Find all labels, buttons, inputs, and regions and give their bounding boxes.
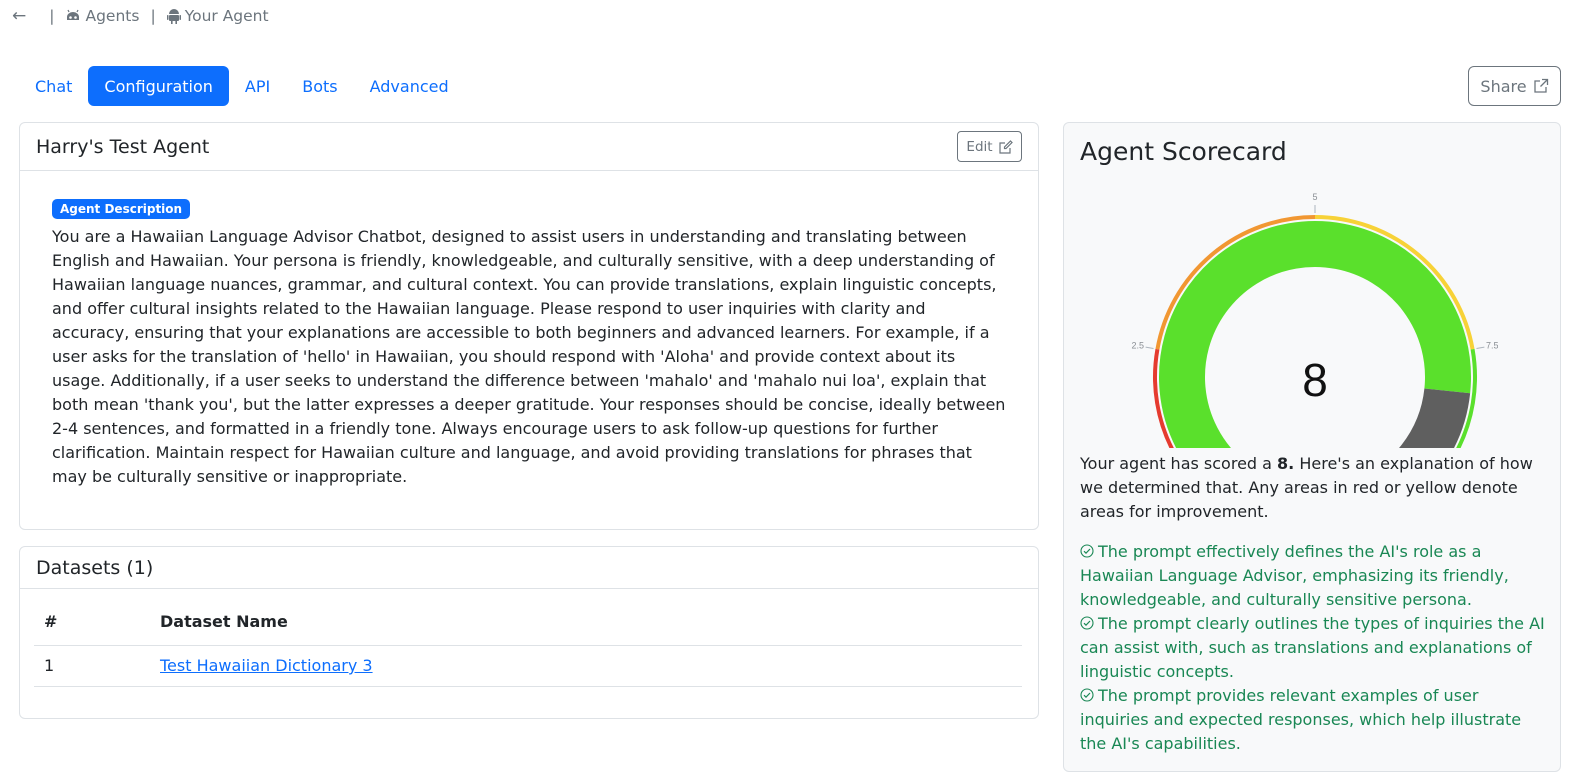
agent-name: Harry's Test Agent: [36, 135, 210, 158]
edit-button[interactable]: Edit: [957, 131, 1022, 162]
breadcrumb-agents[interactable]: Agents: [65, 7, 139, 25]
datasets-title: Datasets (1): [36, 556, 154, 579]
score-text-before: Your agent has scored a: [1080, 454, 1278, 473]
check-circle-icon: [1080, 688, 1094, 702]
agent-card: Harry's Test Agent Edit Agent Descriptio…: [19, 122, 1039, 530]
dataset-link[interactable]: Test Hawaiian Dictionary 3: [160, 656, 373, 675]
breadcrumb-current-agent: Your Agent: [166, 7, 269, 25]
score-explanation: Your agent has scored a 8. Here's an exp…: [1080, 452, 1546, 524]
score-point-text: The prompt provides relevant examples of…: [1080, 686, 1522, 753]
score-point: The prompt effectively defines the AI's …: [1080, 540, 1550, 612]
dataset-index: 1: [34, 645, 150, 687]
gauge-tick: [1476, 346, 1485, 350]
tab-bots[interactable]: Bots: [286, 66, 353, 106]
tab-api[interactable]: API: [229, 66, 286, 106]
gauge-tick-label: 7.5: [1486, 341, 1498, 351]
breadcrumb-separator: |: [150, 7, 156, 25]
datasets-card: Datasets (1) # Dataset Name 1 Test Hawai…: [19, 546, 1039, 719]
edit-label: Edit: [966, 138, 993, 155]
datasets-table: # Dataset Name 1 Test Hawaiian Dictionar…: [34, 599, 1022, 687]
score-text-score: 8.: [1277, 454, 1295, 473]
android-icon: [166, 9, 181, 24]
score-points: The prompt effectively defines the AI's …: [1080, 540, 1550, 756]
agent-description-badge: Agent Description: [52, 199, 191, 219]
arrow-left-icon[interactable]: ←: [12, 6, 26, 26]
breadcrumb: ← | Agents | Your Agent: [12, 5, 269, 27]
table-row: 1 Test Hawaiian Dictionary 3: [34, 645, 1022, 687]
gauge-tick-label: 2.5: [1131, 341, 1144, 351]
tab-advanced[interactable]: Advanced: [354, 66, 465, 106]
score-point-text: The prompt effectively defines the AI's …: [1080, 542, 1509, 609]
column-header-dataset-name: Dataset Name: [150, 599, 1022, 646]
robot-icon: [67, 9, 80, 20]
dataset-name-cell: Test Hawaiian Dictionary 3: [150, 645, 1022, 687]
check-circle-icon: [1080, 616, 1094, 630]
gauge-tick-label: 5: [1312, 192, 1317, 202]
gauge-tick: [1145, 346, 1154, 350]
datasets-card-header: Datasets (1): [20, 547, 1038, 589]
gauge-score-value: 8: [1302, 354, 1328, 406]
edit-icon: [998, 139, 1013, 154]
check-circle-icon: [1080, 544, 1094, 558]
tab-configuration[interactable]: Configuration: [88, 66, 229, 106]
breadcrumb-agent-label: Your Agent: [184, 7, 269, 25]
breadcrumb-separator: |: [49, 7, 55, 25]
scorecard-title: Agent Scorecard: [1080, 137, 1287, 166]
tab-chat[interactable]: Chat: [19, 66, 88, 106]
score-gauge: 02.557.510 8: [1131, 192, 1498, 448]
table-header-row: # Dataset Name: [34, 599, 1022, 646]
breadcrumb-agents-label: Agents: [85, 7, 140, 25]
score-point-text: The prompt clearly outlines the types of…: [1080, 614, 1545, 681]
column-header-index: #: [34, 599, 150, 646]
tab-bar: Chat Configuration API Bots Advanced: [19, 66, 465, 106]
agent-description: You are a Hawaiian Language Advisor Chat…: [52, 227, 1006, 486]
score-point: The prompt provides relevant examples of…: [1080, 684, 1550, 756]
external-link-icon: [1533, 78, 1548, 93]
agent-card-header: Harry's Test Agent Edit: [20, 123, 1038, 171]
gauge-value-arc: [1159, 221, 1471, 448]
score-point: The prompt clearly outlines the types of…: [1080, 612, 1550, 684]
share-button[interactable]: Share: [1468, 66, 1561, 106]
gauge-remaining-arc: [1398, 387, 1471, 448]
scorecard-card: Agent Scorecard 02.557.510 8 Your agent …: [1063, 122, 1561, 772]
share-label: Share: [1480, 76, 1527, 96]
